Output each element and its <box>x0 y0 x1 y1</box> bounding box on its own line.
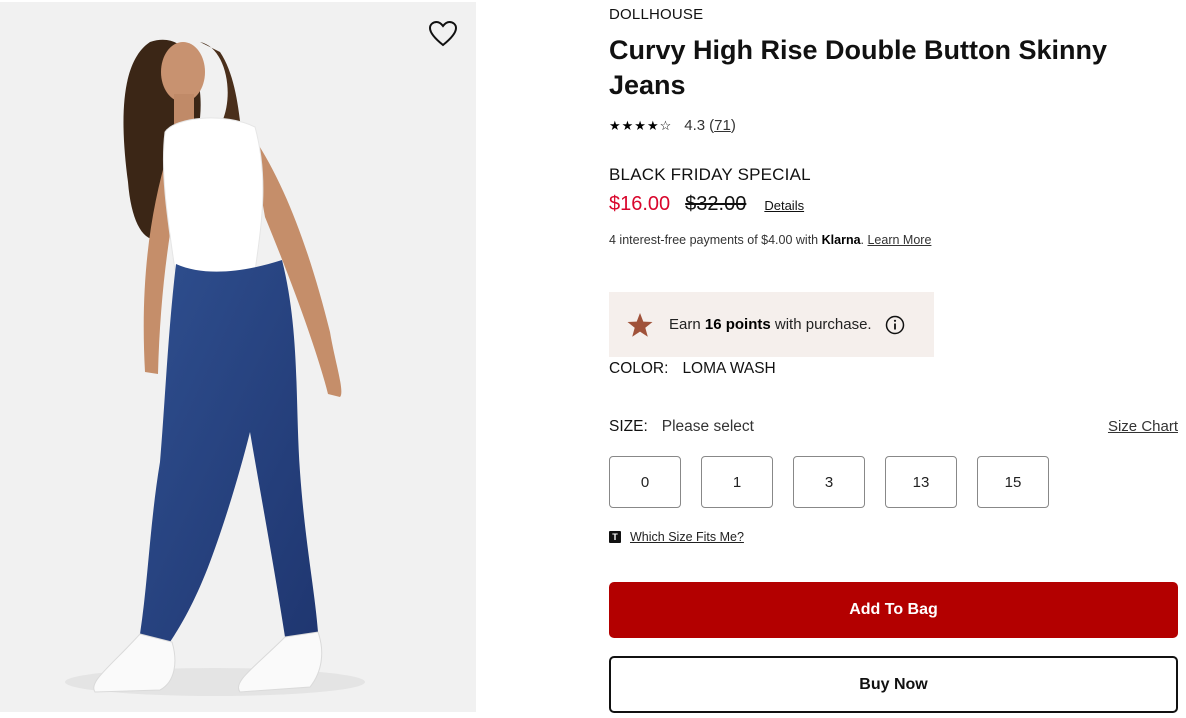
price-row: $16.00 $32.00 Details <box>609 193 804 216</box>
size-option-1[interactable]: 1 <box>701 456 773 508</box>
size-options: 0 1 3 13 15 <box>609 456 1069 508</box>
original-price: $32.00 <box>685 193 747 215</box>
review-count-link[interactable]: 71 <box>714 117 731 134</box>
size-option-15[interactable]: 15 <box>977 456 1049 508</box>
fit-finder: T Which Size Fits Me? <box>609 530 744 544</box>
add-to-bag-button[interactable]: Add To Bag <box>609 582 1178 638</box>
size-option-0[interactable]: 0 <box>609 456 681 508</box>
size-option-3[interactable]: 3 <box>793 456 865 508</box>
size-label: SIZE: <box>609 418 648 435</box>
promo-label: BLACK FRIDAY SPECIAL <box>609 165 811 184</box>
product-title: Curvy High Rise Double Button Skinny Jea… <box>609 35 1108 100</box>
review-count-close: ) <box>730 117 736 134</box>
color-row: COLOR: LOMA WASH <box>609 360 776 378</box>
which-size-fits-link[interactable]: Which Size Fits Me? <box>630 530 744 544</box>
truefit-logo-icon: T <box>609 531 621 543</box>
points-amount: 16 points <box>704 316 771 333</box>
klarna-message: 4 interest-free payments of $4.00 with K… <box>609 233 931 247</box>
points-prefix: Earn <box>669 316 705 333</box>
points-banner: Earn 16 points with purchase. <box>609 292 934 357</box>
rating-stars-icon: ★★★★☆ <box>609 117 673 133</box>
points-suffix: with purchase. <box>770 316 872 333</box>
learn-more-link[interactable]: Learn More <box>867 233 931 247</box>
product-image[interactable] <box>0 2 476 712</box>
size-option-13[interactable]: 13 <box>885 456 957 508</box>
star-icon <box>626 312 654 338</box>
size-row: SIZE: Please select Size Chart <box>609 418 1178 436</box>
size-value: Please select <box>661 418 754 435</box>
rating-value: 4.3 <box>684 117 706 134</box>
size-chart-link[interactable]: Size Chart <box>1108 418 1178 435</box>
wishlist-heart-icon[interactable] <box>428 20 460 52</box>
sale-price: $16.00 <box>609 193 671 215</box>
points-text: Earn 16 points with purchase. <box>669 316 872 333</box>
details-link[interactable]: Details <box>764 198 804 213</box>
color-label: COLOR: <box>609 360 669 377</box>
klarna-logo: Klarna <box>821 233 861 247</box>
buy-now-button[interactable]: Buy Now <box>609 656 1178 713</box>
klarna-text: 4 interest-free payments of $4.00 with <box>609 233 822 247</box>
brand-name[interactable]: DOLLHOUSE <box>609 6 703 23</box>
rating[interactable]: ★★★★☆ 4.3 ( 71 ) <box>609 117 736 134</box>
info-circle-icon[interactable] <box>885 315 905 335</box>
model-photo <box>0 2 476 712</box>
color-value: LOMA WASH <box>682 360 776 377</box>
